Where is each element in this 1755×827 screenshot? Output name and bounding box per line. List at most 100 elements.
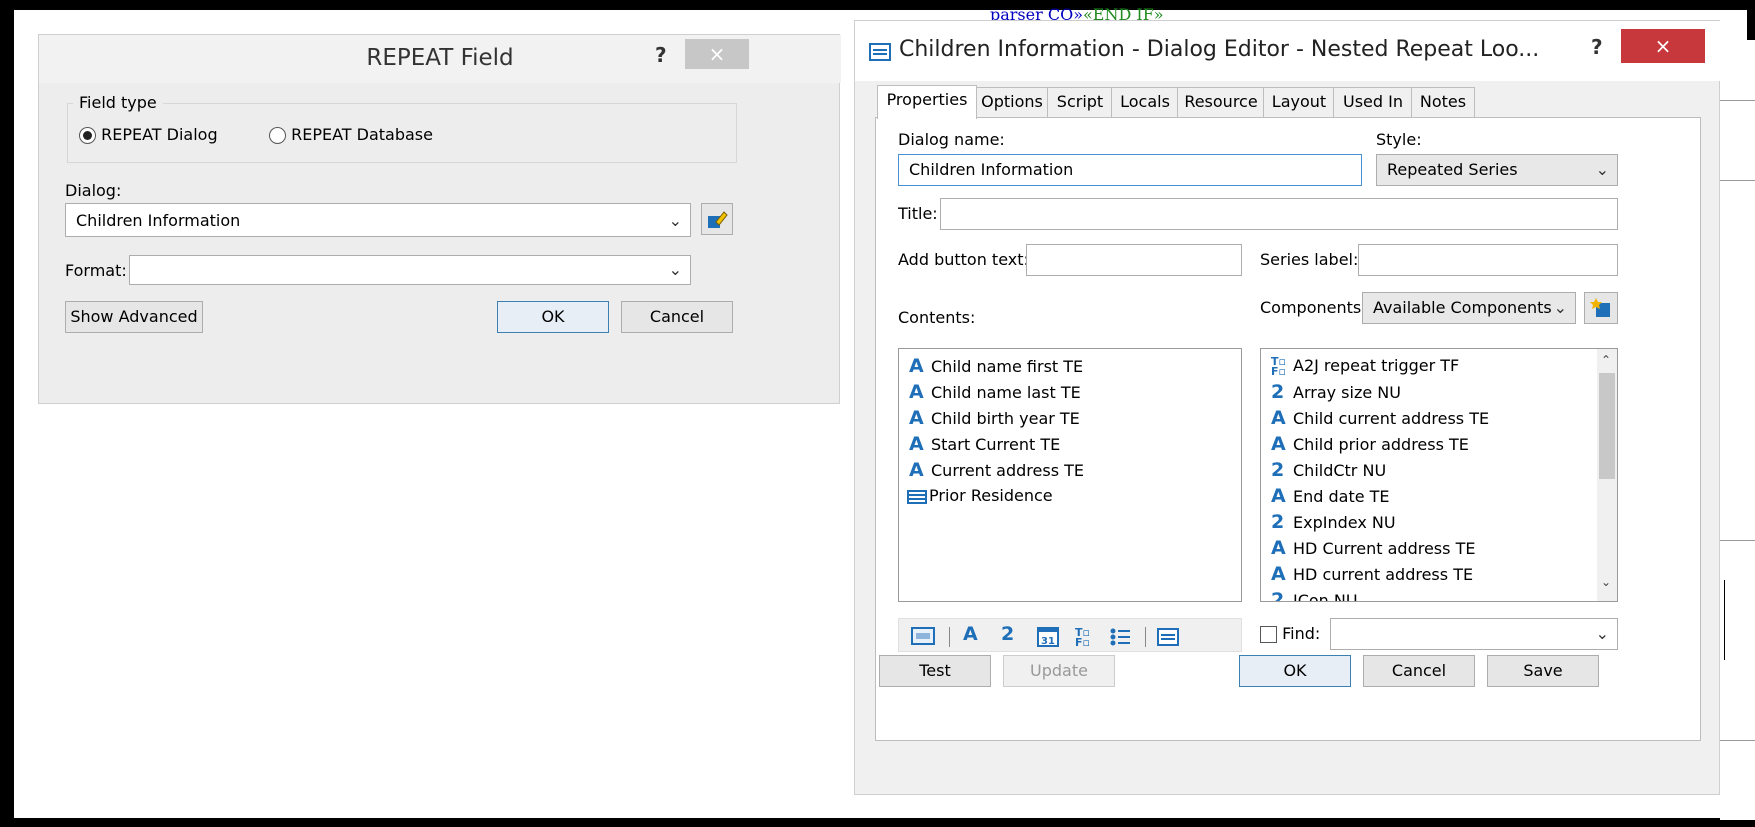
scroll-down-icon[interactable]: ⌄ bbox=[1601, 575, 1611, 589]
find-label: Find: bbox=[1282, 624, 1321, 643]
tab-locals[interactable]: Locals bbox=[1111, 87, 1179, 119]
new-component-button[interactable] bbox=[1584, 292, 1618, 324]
editor-title: Children Information - Dialog Editor - N… bbox=[899, 37, 1540, 62]
dialog-name-label: Dialog name: bbox=[898, 130, 1005, 149]
dialog-button-icon bbox=[911, 627, 935, 645]
list-item[interactable]: 2 ExpIndex NU bbox=[1271, 509, 1396, 535]
ok-button[interactable]: OK bbox=[497, 301, 609, 333]
radio-selected-icon[interactable] bbox=[79, 127, 96, 144]
tab-options[interactable]: Options bbox=[975, 87, 1049, 119]
contents-label: Contents: bbox=[898, 308, 976, 327]
list-item[interactable]: A Child name last TE bbox=[909, 379, 1081, 405]
components-select-value: Available Components bbox=[1373, 298, 1552, 317]
list-item[interactable]: 2 Array size NU bbox=[1271, 379, 1401, 405]
show-advanced-button[interactable]: Show Advanced bbox=[65, 301, 203, 333]
ok-button[interactable]: OK bbox=[1239, 655, 1351, 687]
list-item[interactable]: A Child birth year TE bbox=[909, 405, 1080, 431]
add-text-icon[interactable]: A bbox=[963, 623, 978, 645]
edit-pencil-icon bbox=[708, 211, 728, 228]
series-label-input[interactable] bbox=[1358, 244, 1618, 276]
chevron-down-icon: ⌄ bbox=[668, 211, 682, 230]
number-icon: 2 bbox=[1271, 511, 1285, 533]
cancel-button[interactable]: Cancel bbox=[621, 301, 733, 333]
toolbar-separator bbox=[949, 627, 950, 647]
tab-notes[interactable]: Notes bbox=[1411, 87, 1475, 119]
dialog-name-input[interactable]: Children Information bbox=[898, 154, 1362, 186]
save-button[interactable]: Save bbox=[1487, 655, 1599, 687]
contents-list[interactable]: A Child name first TE A Child name last TE… bbox=[898, 348, 1242, 602]
format-select[interactable]: ⌄ bbox=[129, 255, 691, 285]
tab-properties[interactable]: Properties bbox=[877, 85, 977, 119]
text-icon: A bbox=[1271, 407, 1286, 429]
tab-layout[interactable]: Layout bbox=[1263, 87, 1335, 119]
dialog-window-icon bbox=[869, 43, 891, 61]
radio-repeat-dialog-label: REPEAT Dialog bbox=[101, 125, 218, 144]
chevron-down-icon: ⌄ bbox=[668, 260, 682, 279]
add-number-icon[interactable]: 2 bbox=[1001, 623, 1014, 645]
help-button[interactable]: ? bbox=[1591, 35, 1603, 59]
close-button[interactable]: × bbox=[1621, 29, 1705, 63]
chevron-down-icon: ⌄ bbox=[1595, 624, 1609, 643]
list-item[interactable]: A Current address TE bbox=[909, 457, 1084, 483]
list-item[interactable]: A Child name first TE bbox=[909, 353, 1083, 379]
components-scrollbar[interactable]: ⌃ ⌄ bbox=[1597, 349, 1617, 601]
scrollbar-thumb[interactable] bbox=[1599, 373, 1615, 479]
radio-repeat-database-label: REPEAT Database bbox=[291, 125, 433, 144]
list-item[interactable]: A HD current address TE bbox=[1271, 561, 1473, 587]
new-component-icon bbox=[1590, 298, 1610, 317]
number-icon: 2 bbox=[1271, 589, 1285, 602]
radio-repeat-database[interactable]: REPEAT Database bbox=[269, 125, 433, 144]
title-input[interactable] bbox=[940, 198, 1618, 230]
find-input[interactable]: ⌄ bbox=[1330, 618, 1618, 650]
text-icon: A bbox=[1271, 485, 1286, 507]
components-list[interactable]: T▫ F▫ A2J repeat trigger TF 2 Array size NU… bbox=[1260, 348, 1618, 602]
update-button[interactable]: Update bbox=[1003, 655, 1115, 687]
close-button[interactable]: × bbox=[685, 39, 749, 69]
tab-resource[interactable]: Resource bbox=[1177, 87, 1265, 119]
list-item[interactable]: A HD Current address TE bbox=[1271, 535, 1475, 561]
cancel-button[interactable]: Cancel bbox=[1363, 655, 1475, 687]
components-select[interactable]: Available Components ⌄ bbox=[1362, 292, 1576, 324]
text-icon: A bbox=[909, 355, 924, 377]
tab-script[interactable]: Script bbox=[1047, 87, 1113, 119]
chevron-down-icon: ⌄ bbox=[1595, 160, 1609, 179]
radio-repeat-dialog[interactable]: REPEAT Dialog bbox=[79, 125, 218, 144]
list-item[interactable]: A End date TE bbox=[1271, 483, 1390, 509]
format-label: Format: bbox=[65, 261, 127, 280]
checkbox-icon[interactable] bbox=[1260, 626, 1277, 643]
add-date-icon: 31 bbox=[1037, 627, 1059, 647]
text-icon: A bbox=[909, 459, 924, 481]
chevron-down-icon: ⌄ bbox=[1553, 298, 1567, 317]
repeat-field-dialog: REPEAT Field ? × Field type REPEAT Dialo… bbox=[38, 34, 841, 404]
dialog-select-value: Children Information bbox=[76, 211, 241, 230]
list-item[interactable]: Prior Residence bbox=[907, 483, 1053, 509]
style-select-value: Repeated Series bbox=[1387, 160, 1518, 179]
list-item[interactable]: A Start Current TE bbox=[909, 431, 1060, 457]
components-label: Components: bbox=[1260, 298, 1367, 317]
list-item[interactable]: A Child prior address TE bbox=[1271, 431, 1469, 457]
text-icon: A bbox=[1271, 537, 1286, 559]
radio-unselected-icon[interactable] bbox=[269, 127, 286, 144]
dialog-select[interactable]: Children Information ⌄ bbox=[65, 203, 691, 237]
style-select[interactable]: Repeated Series ⌄ bbox=[1376, 154, 1618, 186]
contents-toolbar: A 2 31 T▫ F▫ bbox=[898, 618, 1242, 652]
tab-used-in[interactable]: Used In bbox=[1333, 87, 1413, 119]
list-item[interactable]: T▫ F▫ A2J repeat trigger TF bbox=[1271, 353, 1459, 379]
find-checkbox[interactable]: Find: bbox=[1260, 624, 1320, 643]
add-truefalse-icon[interactable]: T▫ F▫ bbox=[1075, 627, 1090, 648]
list-item[interactable]: 2 ChildCtr NU bbox=[1271, 457, 1386, 483]
dialog-label: Dialog: bbox=[65, 181, 122, 200]
edit-dialog-button[interactable] bbox=[701, 203, 733, 235]
field-type-legend: Field type bbox=[73, 93, 163, 112]
help-button[interactable]: ? bbox=[655, 43, 667, 67]
list-item[interactable]: A Child current address TE bbox=[1271, 405, 1489, 431]
scroll-up-icon[interactable]: ⌃ bbox=[1601, 353, 1611, 367]
add-button-text-input[interactable] bbox=[1026, 244, 1242, 276]
editor-titlebar: Children Information - Dialog Editor - N… bbox=[855, 21, 1721, 81]
add-button-text-label: Add button text: bbox=[898, 250, 1029, 269]
toolbar-separator bbox=[1145, 627, 1146, 647]
list-item[interactable]: 2 ICon NU bbox=[1271, 587, 1358, 602]
test-button[interactable]: Test bbox=[879, 655, 991, 687]
dialog-icon bbox=[907, 489, 927, 504]
dialog-editor-window: Children Information - Dialog Editor - N… bbox=[854, 20, 1721, 795]
